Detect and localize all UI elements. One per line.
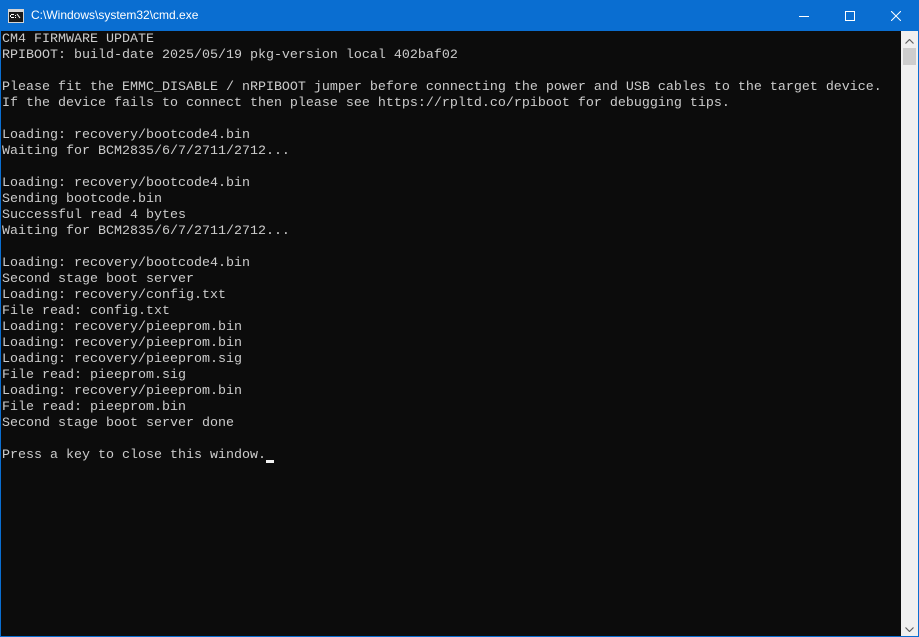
maximize-button[interactable]	[827, 0, 873, 31]
console-line: Loading: recovery/bootcode4.bin	[2, 256, 250, 271]
console-line: File read: config.txt	[2, 304, 170, 319]
minimize-button[interactable]	[781, 0, 827, 31]
text-cursor-cell	[265, 448, 274, 464]
console-line: Waiting for BCM2835/6/7/2711/2712...	[2, 144, 290, 159]
minimize-icon	[799, 11, 809, 21]
close-button[interactable]	[873, 0, 919, 31]
text-cursor	[265, 460, 274, 463]
console-prompt-text: Press a key to close this window.	[2, 448, 266, 463]
chevron-down-icon	[905, 619, 914, 637]
console-prompt-line: Press a key to close this window.	[2, 448, 901, 464]
maximize-icon	[845, 10, 855, 21]
console-line: Loading: recovery/pieeprom.bin	[2, 384, 242, 399]
console-line: Loading: recovery/bootcode4.bin	[2, 128, 250, 143]
console-output[interactable]: CM4 FIRMWARE UPDATE RPIBOOT: build-date …	[1, 31, 901, 636]
console-line: If the device fails to connect then plea…	[2, 96, 730, 111]
console-line: Please fit the EMMC_DISABLE / nRPIBOOT j…	[2, 80, 882, 95]
vertical-scrollbar[interactable]	[901, 31, 918, 636]
console-line: Loading: recovery/pieeprom.bin	[2, 320, 242, 335]
console-line: File read: pieeprom.bin	[2, 400, 186, 415]
console-line: Waiting for BCM2835/6/7/2711/2712...	[2, 224, 290, 239]
scroll-down-button[interactable]	[901, 619, 918, 636]
scroll-up-button[interactable]	[901, 31, 918, 48]
console-line: Loading: recovery/config.txt	[2, 288, 226, 303]
close-icon	[891, 10, 901, 21]
console-line: Loading: recovery/pieeprom.bin	[2, 336, 242, 351]
console-line: Successful read 4 bytes	[2, 208, 186, 223]
chevron-up-icon	[905, 31, 914, 49]
console-line: Sending bootcode.bin	[2, 192, 162, 207]
console-line: File read: pieeprom.sig	[2, 368, 186, 383]
console-line: Second stage boot server	[2, 272, 194, 287]
console-line: Second stage boot server done	[2, 416, 234, 431]
console-line: Loading: recovery/bootcode4.bin	[2, 176, 250, 191]
window-title: C:\Windows\system32\cmd.exe	[31, 8, 199, 22]
console-line: CM4 FIRMWARE UPDATE	[2, 32, 154, 47]
cmd-window: C:\Windows\system32\cmd.exe CM4 FIRMWARE…	[0, 0, 919, 637]
scrollbar-thumb[interactable]	[903, 48, 916, 65]
console-line: RPIBOOT: build-date 2025/05/19 pkg-versi…	[2, 48, 458, 63]
title-bar[interactable]: C:\Windows\system32\cmd.exe	[0, 0, 919, 31]
console-line: Loading: recovery/pieeprom.sig	[2, 352, 242, 367]
cmd-icon[interactable]	[8, 8, 24, 24]
